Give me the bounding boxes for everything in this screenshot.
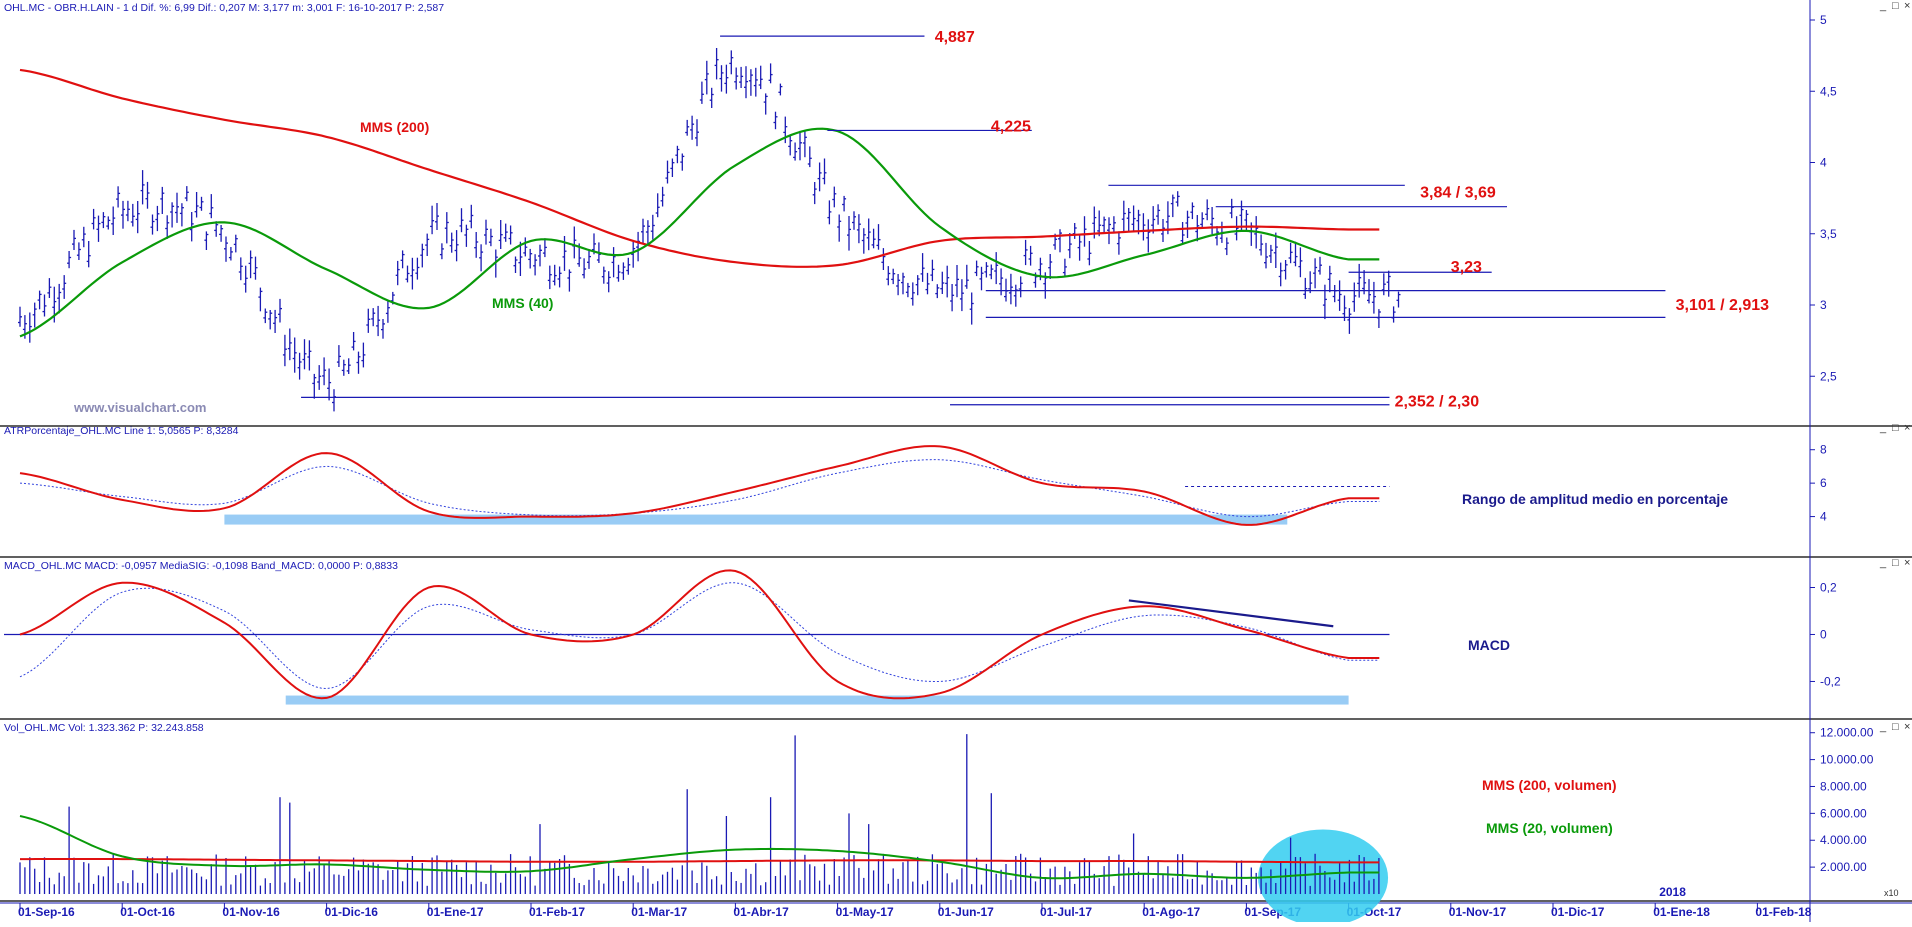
- y-tick-label: 0,2: [1820, 580, 1837, 594]
- window-button[interactable]: □: [1892, 0, 1899, 12]
- window-button[interactable]: _: [1879, 422, 1887, 434]
- volume-panel: MMS (200, volumen) MMS (20, volumen): [19, 734, 1617, 927]
- y-tick-label: 3: [1820, 298, 1827, 312]
- x-tick-label: 01-Jun-17: [938, 905, 994, 919]
- y-tick-label: 8.000.00: [1820, 779, 1867, 793]
- window-button[interactable]: □: [1892, 422, 1899, 434]
- atr-line: [19, 445, 1380, 526]
- y-tick-label: 6: [1820, 476, 1827, 490]
- x-tick-label: 01-Nov-17: [1449, 905, 1507, 919]
- x-tick-label: 01-Ago-17: [1142, 905, 1200, 919]
- x-tick-label: 01-May-17: [836, 905, 894, 919]
- x-tick-label: 01-Ene-17: [427, 905, 484, 919]
- panel-headers: OHL.MC - OBR.H.LAIN - 1 d Dif. %: 6,99 D…: [4, 2, 444, 734]
- x-tick-label: 01-Feb-18: [1755, 905, 1811, 919]
- volume-mms20-line: [19, 815, 1380, 880]
- year-label: 2018: [1659, 885, 1686, 899]
- volume-mms200-line: [20, 858, 1380, 864]
- level-labels: 4,887 4,225 3,84 / 3,69 3,23 3,101 / 2,913 2,…: [935, 29, 1769, 410]
- atr-panel: Rango de amplitud medio en porcentaje: [19, 445, 1728, 526]
- window-button[interactable]: ×: [1904, 0, 1910, 12]
- window-button[interactable]: _: [1879, 557, 1887, 569]
- mms40-line: [19, 127, 1380, 338]
- atr-y-axis: 4 6 8: [1810, 443, 1827, 524]
- level-label-4887: 4,887: [935, 29, 975, 46]
- volume-bars: [19, 734, 1380, 894]
- x-tick-label: 01-Abr-17: [733, 905, 789, 919]
- y-tick-label: 0: [1820, 627, 1827, 641]
- window-button[interactable]: _: [1879, 0, 1887, 12]
- window-button[interactable]: ×: [1904, 557, 1910, 569]
- y-tick-label: -0,2: [1820, 674, 1841, 688]
- x-tick-label: 01-Jul-17: [1040, 905, 1092, 919]
- y-tick-label: 8: [1820, 443, 1827, 457]
- x-tick-label: 01-Mar-17: [631, 905, 687, 919]
- y-tick-label: 2.000.00: [1820, 860, 1867, 874]
- mms200-line: [19, 68, 1380, 268]
- x-tick-label: 01-Nov-16: [222, 905, 280, 919]
- volume-mms200-label: MMS (200, volumen): [1482, 777, 1617, 793]
- panel-frames: [0, 0, 1912, 922]
- x-tick-label: 01-Dic-16: [325, 905, 379, 919]
- atr-annotation: Rango de amplitud medio en porcentaje: [1462, 491, 1728, 507]
- y-tick-label: 6.000.00: [1820, 806, 1867, 820]
- volume-y-axis: 2.000.00 4.000.00 6.000.00 8.000.00 10.000.0…: [1810, 726, 1874, 874]
- header-macd: MACD_OHL.MC MACD: -0,0957 MediaSIG: -0,1…: [4, 560, 398, 572]
- x-tick-label: 01-Dic-17: [1551, 905, 1605, 919]
- atr-highlight-band: [224, 514, 1288, 525]
- y-tick-label: 3,5: [1820, 227, 1837, 241]
- volume-highlight-ellipse: [1258, 829, 1389, 927]
- macd-y-axis: -0,2 0 0,2: [1810, 580, 1841, 688]
- header-atr: ATRPorcentaje_OHL.MC Line 1: 5,0565 P: 8…: [4, 425, 239, 437]
- level-label-4225: 4,225: [991, 118, 1031, 135]
- window-button[interactable]: _: [1879, 721, 1887, 733]
- x-tick-label: 01-Feb-17: [529, 905, 585, 919]
- y-tick-label: 4,5: [1820, 84, 1837, 98]
- volume-axis-suffix: x10: [1884, 888, 1899, 898]
- y-tick-label: 5: [1820, 13, 1827, 27]
- price-bars: [18, 48, 1401, 412]
- window-button[interactable]: □: [1892, 557, 1899, 569]
- macd-panel: MACD: [4, 569, 1510, 705]
- header-volume: Vol_OHL.MC Vol: 1.323.362 P: 32.243.858: [4, 722, 204, 734]
- level-label-384-369: 3,84 / 3,69: [1420, 184, 1496, 201]
- macd-signal-line: [19, 582, 1380, 690]
- mms40-label: MMS (40): [492, 295, 553, 311]
- x-tick-label: 01-Sep-16: [18, 905, 75, 919]
- y-tick-label: 12.000.00: [1820, 726, 1874, 740]
- level-lines: [301, 35, 1666, 406]
- y-tick-label: 4: [1820, 510, 1827, 524]
- price-panel: 4,887 4,225 3,84 / 3,69 3,23 3,101 / 2,913 2,…: [18, 29, 1769, 415]
- mms200-label: MMS (200): [360, 119, 429, 135]
- macd-divergence-line: [1128, 599, 1334, 628]
- macd-highlight-band: [285, 695, 1349, 705]
- y-tick-label: 4.000.00: [1820, 833, 1867, 847]
- level-label-323: 3,23: [1451, 259, 1482, 276]
- chart-root: OHL.MC - OBR.H.LAIN - 1 d Dif. %: 6,99 D…: [0, 0, 1912, 927]
- y-tick-label: 4: [1820, 156, 1827, 170]
- volume-mms20-label: MMS (20, volumen): [1486, 820, 1613, 836]
- x-tick-label: 01-Oct-16: [120, 905, 175, 919]
- y-tick-label: 2,5: [1820, 369, 1837, 383]
- level-label-2352-230: 2,352 / 2,30: [1395, 393, 1480, 410]
- window-button[interactable]: □: [1892, 721, 1899, 733]
- header-price: OHL.MC - OBR.H.LAIN - 1 d Dif. %: 6,99 D…: [4, 2, 444, 14]
- watermark: www.visualchart.com: [73, 400, 206, 415]
- window-button[interactable]: ×: [1904, 422, 1910, 434]
- chart-svg: OHL.MC - OBR.H.LAIN - 1 d Dif. %: 6,99 D…: [0, 0, 1912, 927]
- x-tick-label: 01-Ene-18: [1653, 905, 1710, 919]
- y-tick-label: 10.000.00: [1820, 753, 1874, 767]
- price-y-axis: 2,5 3 3,5 4 4,5 5: [1810, 13, 1837, 383]
- window-button[interactable]: ×: [1904, 721, 1910, 733]
- x-axis: 01-Sep-16 01-Oct-16 01-Nov-16 01-Dic-16 01-E…: [18, 903, 1812, 919]
- level-label-3101-2913: 3,101 / 2,913: [1676, 297, 1770, 314]
- window-buttons: _ □ × _ □ × _ □ × _ □ ×: [1879, 0, 1910, 733]
- macd-annotation: MACD: [1468, 637, 1510, 653]
